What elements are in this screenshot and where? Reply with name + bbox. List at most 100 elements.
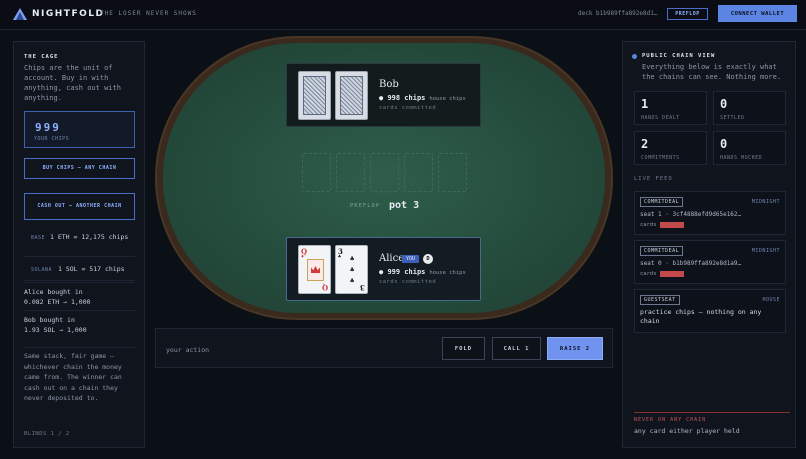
club-pip-icon: ♣ xyxy=(350,266,355,274)
never-on-chain: NEVER ON ANY CHAIN any card either playe… xyxy=(634,412,790,435)
blinds-label: BLINDS 1 / 2 xyxy=(24,431,70,437)
you-badge: YOU xyxy=(402,255,419,263)
stat-value: 0 xyxy=(720,97,728,111)
feed-item: GUESTSEAT HOUSE practice chips — nothing… xyxy=(634,289,786,333)
chain-view-description: Everything below is exactly what the cha… xyxy=(642,63,782,81)
board-card-slot xyxy=(336,153,365,192)
club-pip-icon: ♣ xyxy=(350,255,355,263)
event-text: practice chips — nothing on any chain xyxy=(640,308,762,325)
chips-unit: house chips xyxy=(429,96,466,102)
crown-icon xyxy=(307,259,324,281)
seat-alice: Q ♦ Q 3 ♣ ♣ ♣ ♣ 3 Alice ● 999 chips house… xyxy=(286,237,481,301)
stat-value: 0 xyxy=(720,137,728,151)
dealer-button-icon: D xyxy=(423,254,433,264)
board-card-slot xyxy=(404,153,433,192)
rate-base: BASE 1 ETH = 12,175 chips xyxy=(24,232,135,257)
brand-name: NIGHTFOLD xyxy=(32,9,105,19)
stat-commitments: 2 COMMITMENTS xyxy=(634,131,707,165)
pot-amount: pot 3 xyxy=(389,200,420,211)
event-chain: MIDNIGHT xyxy=(751,199,780,205)
stat-value: 2 xyxy=(641,137,649,151)
never-value: any card either player held xyxy=(634,427,740,435)
connect-wallet-button[interactable]: CONNECT WALLET xyxy=(718,5,797,22)
buyin-amount: 0.082 ETH → 1,000 xyxy=(24,298,91,306)
phase-button[interactable]: PREFLOP xyxy=(667,8,708,20)
never-label: NEVER ON ANY CHAIN xyxy=(634,417,707,423)
stat-label: HANDS DEALT xyxy=(641,115,680,121)
logo-icon xyxy=(13,8,27,20)
cards-status: cards committed xyxy=(379,105,437,111)
live-feed-label: LIVE FEED xyxy=(634,176,673,182)
chips-label: YOUR CHIPS xyxy=(34,136,70,142)
event-chain: MIDNIGHT xyxy=(751,248,780,254)
chain-view-title: PUBLIC CHAIN VIEW xyxy=(642,53,716,59)
deck-hash: deck b1b989ffa892e8d1… xyxy=(578,10,658,17)
cage-title: THE CAGE xyxy=(24,54,59,60)
chips-count: 999 chips xyxy=(387,268,426,276)
board-card-slot xyxy=(370,153,399,192)
buyin-line: Alice bought in xyxy=(24,288,83,296)
rate-value: 1 ETH = 12,175 chips xyxy=(50,233,129,241)
chain-view-panel: PUBLIC CHAIN VIEW Everything below is ex… xyxy=(622,41,796,448)
stat-settled: 0 SETTLED xyxy=(713,91,786,125)
top-bar: NIGHTFOLD THE LOSER NEVER SHOWS deck b1b… xyxy=(0,0,806,30)
stat-hands-mucked: 0 HANDS MUCKED xyxy=(713,131,786,165)
redacted-bar xyxy=(660,271,684,277)
raise-button[interactable]: RAISE 2 xyxy=(547,337,603,360)
seat-bob: Bob ● 998 chips house chips cards committ… xyxy=(286,63,481,127)
cage-panel: THE CAGE Chips are the unit of account. … xyxy=(13,41,145,448)
diamond-icon: ♦ xyxy=(301,254,305,260)
card-rank: 3 xyxy=(360,283,365,292)
player-name: Alice xyxy=(379,253,405,264)
buyin-line: Bob bought in xyxy=(24,316,75,324)
event-tag: GUESTSEAT xyxy=(640,295,680,305)
buyin-alice: Alice bought in 0.082 ETH → 1,000 xyxy=(24,282,135,307)
redacted-bar xyxy=(660,222,684,228)
board-card-slot xyxy=(302,153,331,192)
rate-solana: SOLANA 1 SOL = 517 chips xyxy=(24,260,135,281)
board-card-slot xyxy=(438,153,467,192)
club-pip-icon: ♣ xyxy=(350,277,355,285)
stat-value: 1 xyxy=(641,97,649,111)
event-text: seat 1 · 3cf4888efd9d65e162… xyxy=(640,211,742,218)
buyin-amount: 1.93 SOL → 1,000 xyxy=(24,326,87,334)
buyin-bob: Bob bought in 1.93 SOL → 1,000 xyxy=(24,310,135,335)
card-queen-diamonds: Q ♦ Q xyxy=(298,245,331,294)
card-back xyxy=(335,71,368,120)
card-three-clubs: 3 ♣ ♣ ♣ ♣ 3 xyxy=(335,245,368,294)
card-rank: Q xyxy=(321,283,328,292)
call-button[interactable]: CALL 1 xyxy=(492,337,541,360)
phase-label: PREFLOP xyxy=(350,203,381,209)
stat-label: HANDS MUCKED xyxy=(720,155,763,161)
chips-unit: house chips xyxy=(429,270,466,276)
cards-status: cards committed xyxy=(379,279,437,285)
action-label: your action xyxy=(166,346,210,354)
chips-value: 999 xyxy=(35,121,61,134)
club-icon: ♣ xyxy=(338,254,342,260)
chips-count: 998 chips xyxy=(387,94,426,102)
fair-game-note: Same stack, fair game — whichever chain … xyxy=(24,347,136,404)
event-tag: COMMITDEAL xyxy=(640,246,684,256)
buy-chips-button[interactable]: BUY CHIPS — ANY CHAIN xyxy=(24,158,135,179)
stat-label: COMMITMENTS xyxy=(641,155,680,161)
cage-description: Chips are the unit of account. Buy in wi… xyxy=(24,64,121,102)
stat-label: SETTLED xyxy=(720,115,745,121)
rate-value: 1 SOL = 517 chips xyxy=(58,265,125,273)
status-dot-icon xyxy=(632,54,637,59)
rate-chain: BASE xyxy=(31,235,46,241)
event-text: seat 0 · b1b989ffa892e8d1a9… xyxy=(640,260,742,267)
player-chips: ● 998 chips house chips xyxy=(379,94,466,102)
tagline: THE LOSER NEVER SHOWS xyxy=(100,10,197,17)
feed-item: COMMITDEAL MIDNIGHT seat 0 · b1b989ffa89… xyxy=(634,240,786,284)
fold-button[interactable]: FOLD xyxy=(442,337,485,360)
chips-balance: 999 YOUR CHIPS xyxy=(24,111,135,148)
event-chain: HOUSE xyxy=(762,297,780,303)
card-back xyxy=(298,71,331,120)
cash-out-button[interactable]: CASH OUT — ANOTHER CHAIN xyxy=(24,193,135,220)
cards-label: cards xyxy=(640,271,657,277)
feed-item: COMMITDEAL MIDNIGHT seat 1 · 3cf4888efd9… xyxy=(634,191,786,235)
rate-chain: SOLANA xyxy=(31,267,53,273)
cards-label: cards xyxy=(640,222,657,228)
stat-hands-dealt: 1 HANDS DEALT xyxy=(634,91,707,125)
action-bar: your action FOLD CALL 1 RAISE 2 xyxy=(155,328,613,368)
